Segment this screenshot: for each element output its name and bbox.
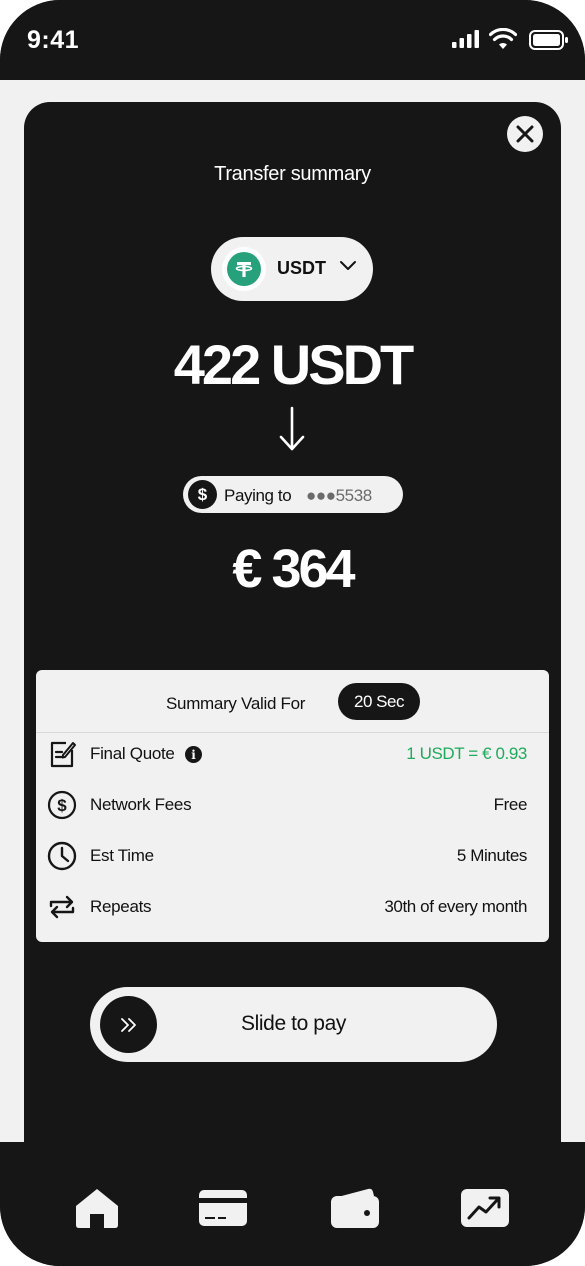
row-value: 1 USDT = € 0.93 [406, 744, 527, 763]
row-label: Final Quote [90, 744, 175, 763]
battery-icon [529, 30, 568, 50]
summary-row-est-time: Est Time 5 Minutes [36, 836, 549, 876]
chevron-down-icon [340, 261, 356, 270]
row-value: 30th of every month [384, 897, 527, 916]
dollar-icon: $ [188, 480, 217, 509]
home-icon[interactable] [72, 1186, 122, 1230]
summary-timer-badge: 20 Sec [338, 683, 420, 720]
transfer-amount: 422 USDT [173, 333, 414, 396]
chart-icon[interactable] [460, 1186, 510, 1230]
quote-icon [50, 741, 76, 768]
paying-to-pill[interactable]: $ Paying to ●●●5538 [183, 476, 403, 513]
row-value: 5 Minutes [456, 846, 528, 865]
sheet-title: Transfer summary [214, 163, 371, 185]
cellular-signal-icon [452, 30, 479, 48]
clock-icon [47, 841, 77, 871]
phone-frame: 9:41 Transfer summary USDT 422 USDT $ Pa… [0, 0, 585, 1266]
arrow-down-icon [279, 406, 305, 451]
summary-valid-label: Summary Valid For [166, 694, 306, 713]
dollar-circle-icon: $ [47, 790, 77, 820]
repeat-icon [49, 895, 75, 919]
info-icon[interactable]: i [185, 746, 202, 763]
svg-text:$: $ [57, 796, 67, 815]
close-button[interactable] [507, 116, 543, 152]
status-bar: 9:41 [0, 0, 585, 80]
row-value: Free [493, 795, 528, 814]
summary-row-network-fees: $ Network Fees Free [36, 785, 549, 825]
divider [36, 732, 549, 733]
wifi-icon [489, 28, 517, 49]
tether-icon [222, 247, 266, 291]
close-icon [516, 125, 534, 143]
summary-card: Summary Valid For 20 Sec Final Quote i 1… [36, 670, 549, 942]
slide-to-pay[interactable]: Slide to pay [90, 987, 497, 1062]
slider-label: Slide to pay [241, 1012, 346, 1035]
token-symbol: USDT [277, 258, 326, 278]
paying-to-label: Paying to [224, 486, 292, 505]
summary-row-repeats: Repeats 30th of every month [36, 887, 549, 927]
converted-amount: € 364 [232, 539, 355, 599]
paying-to-account: ●●●5538 [306, 486, 372, 505]
card-icon[interactable] [198, 1186, 248, 1230]
row-label: Est Time [90, 846, 154, 865]
summary-row-final-quote: Final Quote i 1 USDT = € 0.93 [36, 734, 549, 774]
bottom-tab-bar [0, 1142, 585, 1266]
status-time: 9:41 [27, 26, 80, 54]
token-selector[interactable]: USDT [211, 237, 373, 301]
row-label: Network Fees [90, 795, 192, 814]
row-label: Repeats [90, 897, 152, 916]
wallet-icon[interactable] [330, 1186, 380, 1230]
